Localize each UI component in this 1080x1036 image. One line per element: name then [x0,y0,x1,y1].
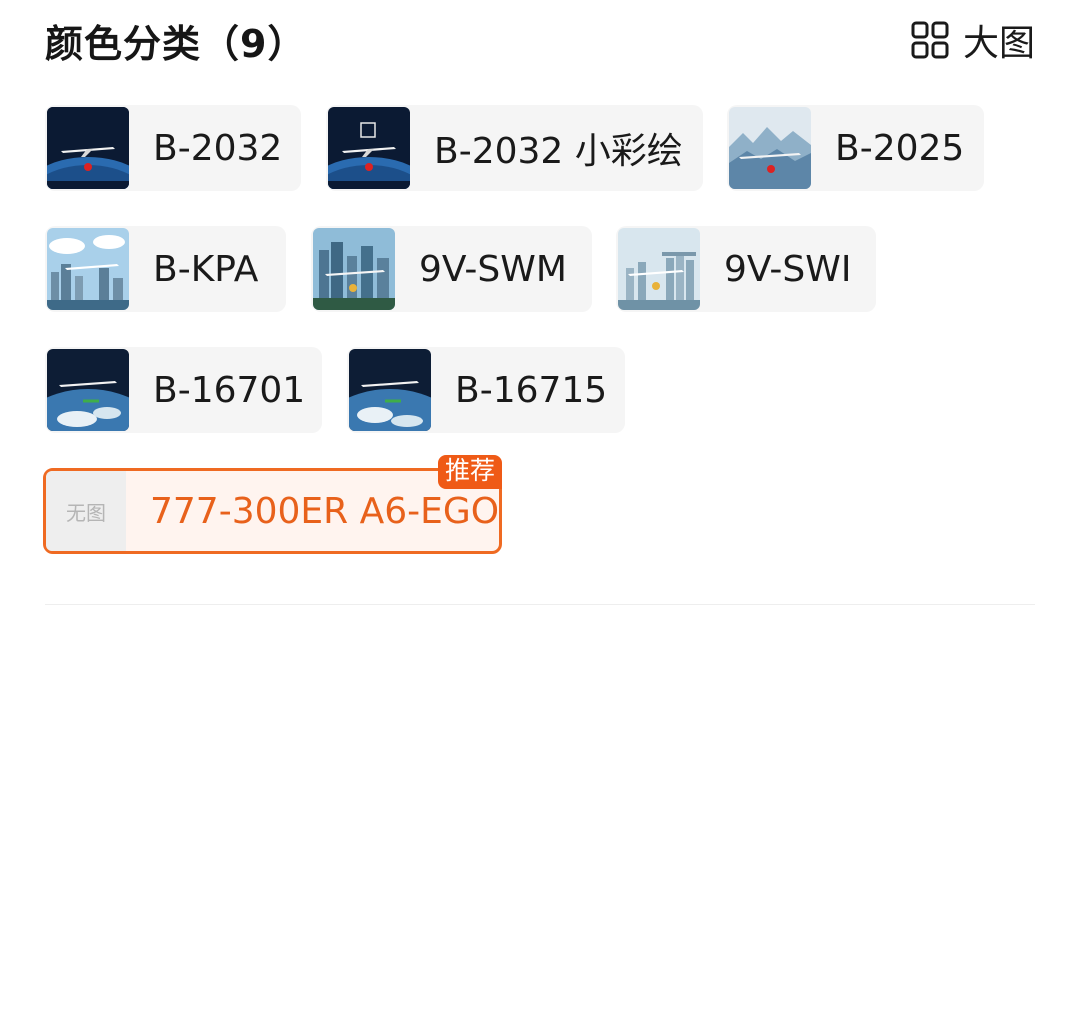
no-image-placeholder: 无图 [46,471,126,551]
color-options: B-2032 B-2032 小彩绘 B-2025 B-KPA 9V-SWM 9V… [0,0,1080,600]
livery-thumbnail [729,107,811,189]
option-label: B-2032 小彩绘 [434,131,683,172]
option-b-kpa[interactable]: B-KPA [45,226,286,312]
option-label: 9V-SWM [419,248,567,290]
option-777-300er-a6-ego[interactable]: 无图 777-300ER A6-EGO 推荐 [43,455,502,554]
option-b-16715[interactable]: B-16715 [347,347,625,433]
option-b-2025[interactable]: B-2025 [727,105,984,191]
livery-thumbnail [349,349,431,431]
option-label: B-KPA [153,248,259,290]
livery-thumbnail [47,107,129,189]
option-label: B-2032 [153,127,283,169]
divider [45,604,1035,605]
option-b-2032-mini-livery[interactable]: B-2032 小彩绘 [326,105,703,191]
option-label: B-16701 [153,369,306,411]
livery-thumbnail [328,107,410,189]
option-label: 9V-SWI [724,248,852,290]
option-9v-swm[interactable]: 9V-SWM [311,226,592,312]
option-label: B-2025 [835,127,965,169]
livery-thumbnail [313,228,395,310]
option-label: B-16715 [455,369,608,411]
option-label: 777-300ER A6-EGO [150,490,500,532]
recommended-badge: 推荐 [437,455,502,489]
option-b-2032[interactable]: B-2032 [45,105,301,191]
livery-thumbnail [47,349,129,431]
livery-thumbnail [618,228,700,310]
option-b-16701[interactable]: B-16701 [45,347,322,433]
option-9v-swi[interactable]: 9V-SWI [616,226,876,312]
livery-thumbnail [47,228,129,310]
